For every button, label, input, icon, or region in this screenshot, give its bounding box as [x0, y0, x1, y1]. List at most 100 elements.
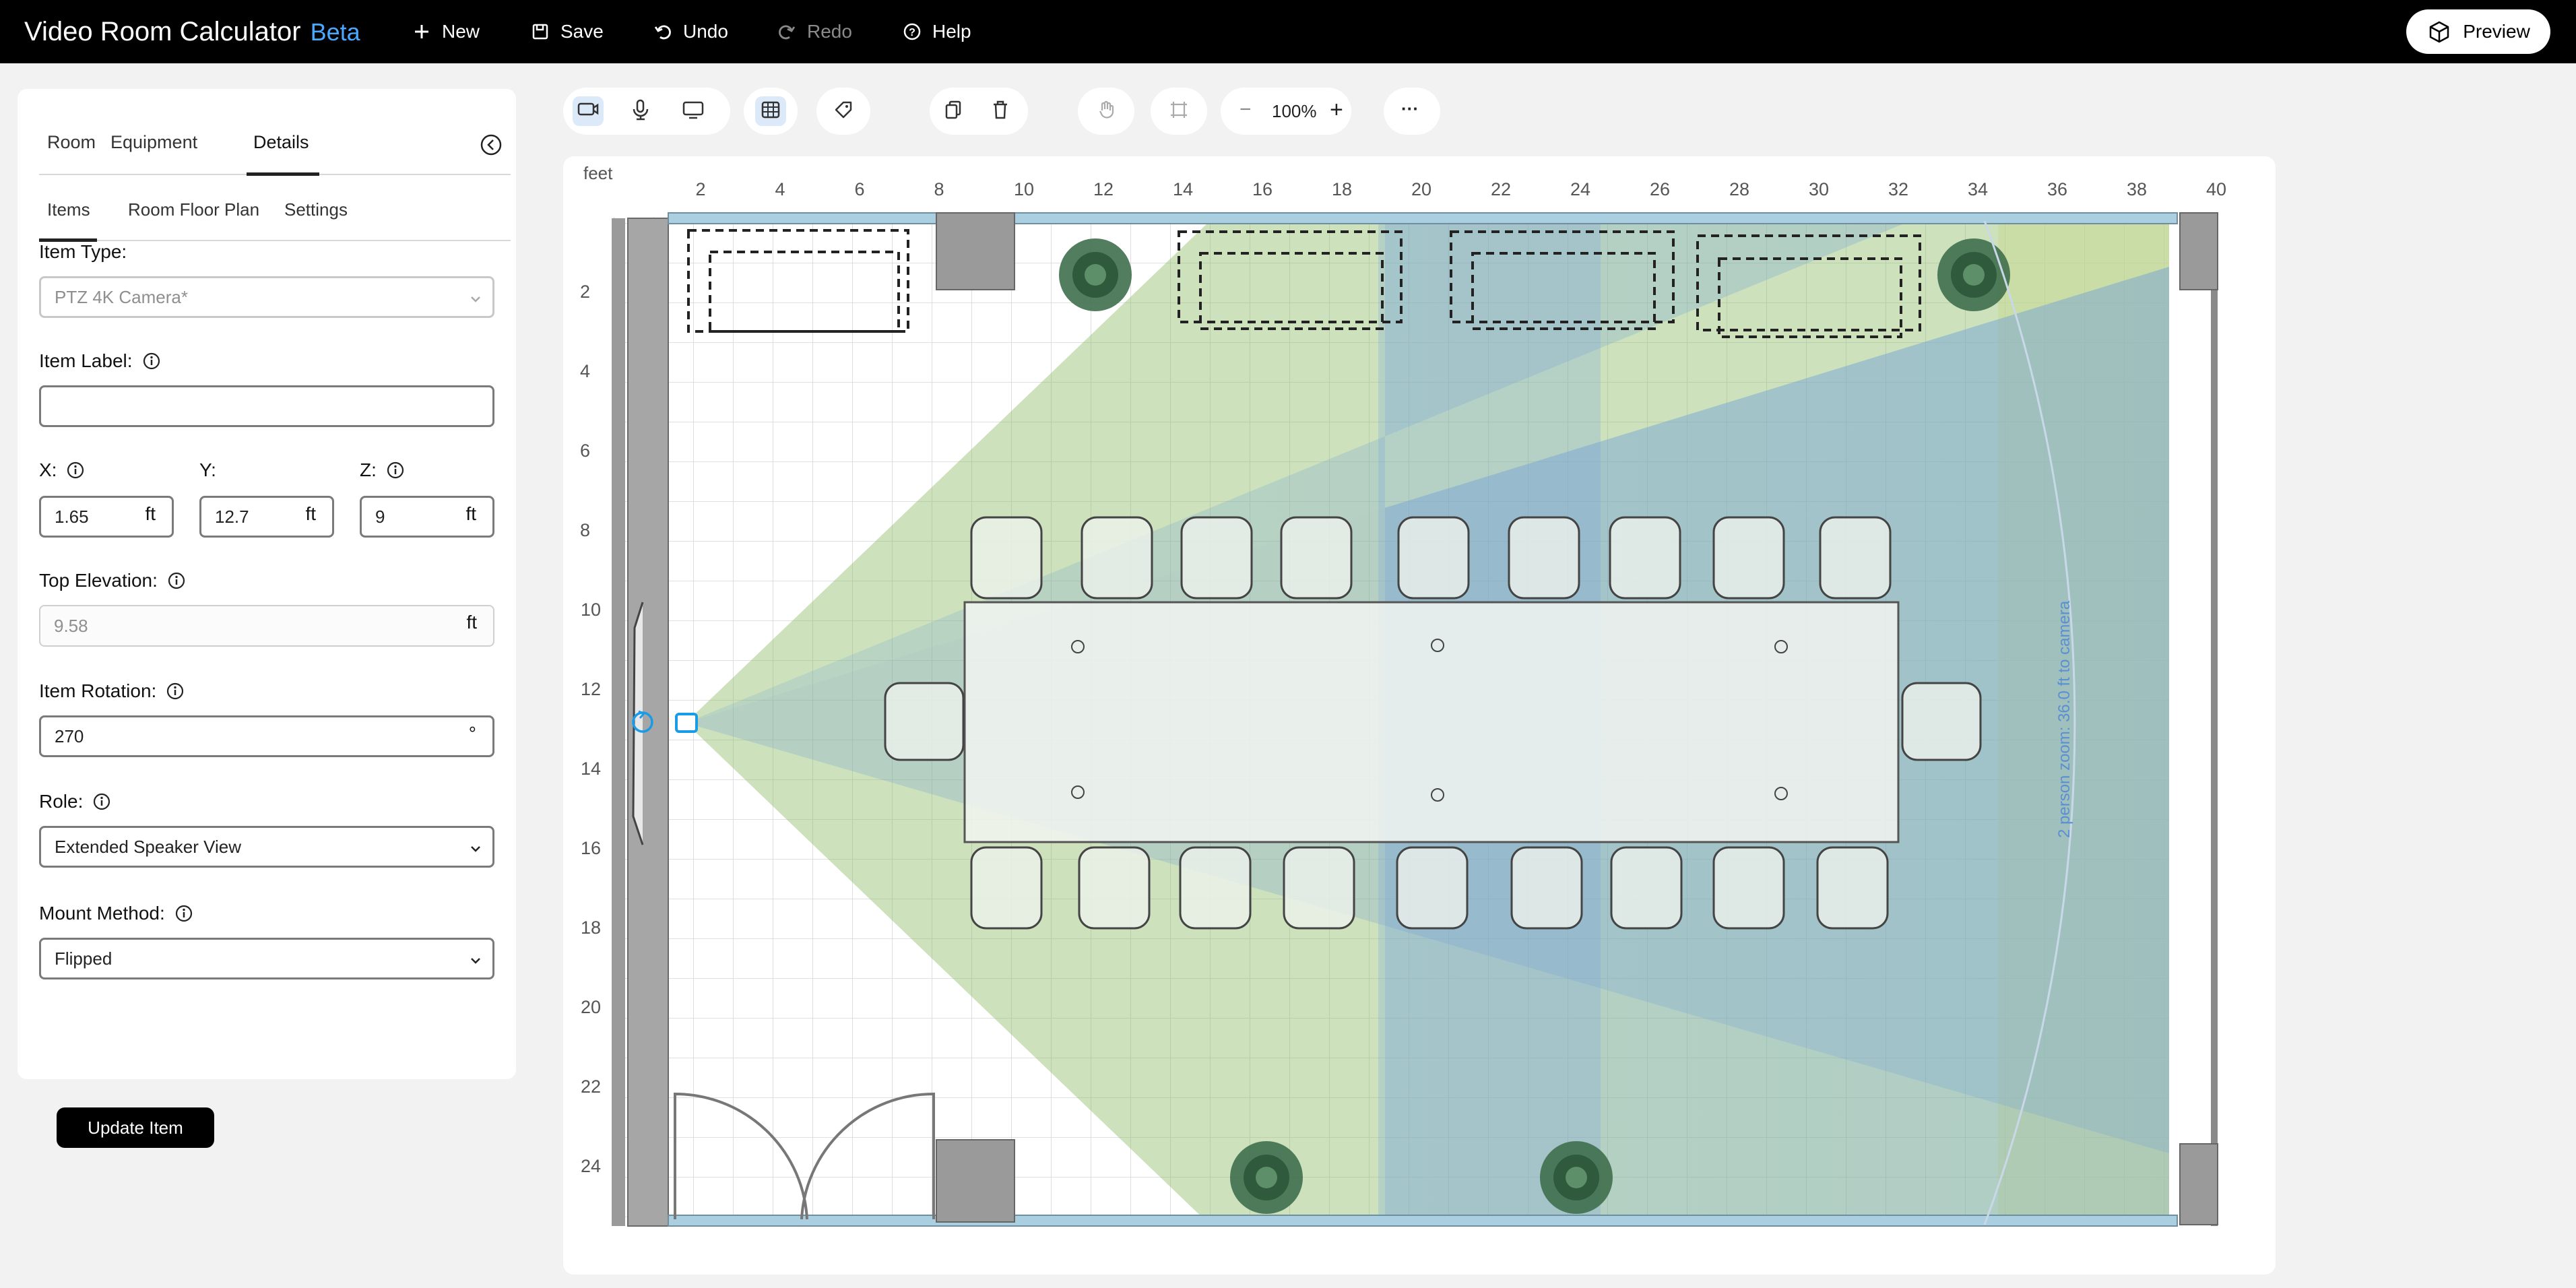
axis-tick: 20	[1411, 179, 1431, 199]
zoom-out-button[interactable]: −	[1239, 98, 1252, 121]
info-icon[interactable]	[386, 461, 405, 480]
zoom-in-button[interactable]: +	[1330, 97, 1343, 123]
plus-icon	[411, 21, 432, 42]
preview-button[interactable]: Preview	[2406, 9, 2550, 54]
item-label-label: Item Label:	[39, 350, 161, 372]
bottom-window	[668, 1215, 2178, 1227]
redo-button[interactable]: Redo	[776, 15, 852, 49]
help-button[interactable]: ? Help	[901, 15, 971, 49]
info-icon[interactable]	[166, 682, 185, 701]
y-input[interactable]: 12.7 ft	[199, 496, 334, 538]
axis-tick: 22	[581, 1076, 601, 1097]
chevron-down-icon	[468, 840, 483, 855]
more-options-button[interactable]: ···	[1401, 98, 1419, 119]
preview-button-label: Preview	[2463, 21, 2530, 42]
z-input[interactable]: 9 ft	[360, 496, 494, 538]
mount-method-label-text: Mount Method:	[39, 903, 165, 924]
app-title: Video Room Calculator Beta	[24, 13, 360, 51]
info-icon[interactable]	[92, 792, 111, 811]
x-input[interactable]: 1.65 ft	[39, 496, 174, 538]
details-panel: Room Equipment Details Items Room Floor …	[18, 89, 516, 1148]
role-value: Extended Speaker View	[55, 836, 242, 857]
display-tool[interactable]	[678, 96, 709, 126]
pan-group	[1078, 88, 1134, 135]
plant	[1540, 1141, 1613, 1214]
role-select[interactable]: Extended Speaker View	[39, 826, 494, 868]
panel-tabs: Room Equipment Details	[39, 109, 511, 176]
y-label-text: Y:	[199, 459, 216, 480]
item-label-input[interactable]	[39, 385, 494, 427]
tab-equipment[interactable]: Equipment	[110, 132, 197, 153]
video-camera-icon	[577, 100, 600, 123]
role-label-text: Role:	[39, 791, 84, 812]
axis-tick: 10	[581, 600, 601, 620]
duplicate-button[interactable]	[938, 96, 969, 126]
rotation-value: 270	[55, 726, 84, 746]
hand-icon	[1096, 99, 1116, 124]
item-type-label: Item Type:	[39, 241, 127, 263]
rotation-input[interactable]: 270 °	[39, 715, 494, 757]
zoom-distance-annotation: 2 person zoom: 36.0 ft to camera	[2055, 600, 2073, 838]
mount-method-select[interactable]: Flipped	[39, 938, 494, 979]
axis-tick: 32	[1888, 179, 1908, 199]
top-elevation-value: 9.58	[54, 615, 88, 636]
x-label-text: X:	[39, 459, 57, 480]
zoom-level: 100%	[1272, 101, 1317, 121]
info-icon[interactable]	[66, 461, 85, 480]
floor-plan-canvas[interactable]: 2 4 6 8 10 12 14 16 18 20 22 24 26 28 30…	[563, 156, 2276, 1275]
trash-icon	[990, 99, 1010, 124]
tab-details[interactable]: Details	[253, 132, 309, 153]
video-device-tool[interactable]	[573, 96, 604, 126]
cube-icon	[2426, 19, 2452, 44]
role-label: Role:	[39, 791, 111, 812]
axis-tick: 18	[1332, 179, 1352, 199]
info-icon[interactable]	[142, 352, 161, 371]
microphone-tool[interactable]	[625, 96, 656, 126]
chevron-down-icon	[468, 952, 483, 967]
info-icon[interactable]	[167, 571, 186, 590]
plant	[1230, 1141, 1303, 1214]
new-button[interactable]: New	[411, 15, 480, 49]
axis-tick: 34	[1968, 179, 1988, 199]
axis-tick: 26	[1650, 179, 1670, 199]
axis-tick: 16	[1252, 179, 1273, 199]
undo-button[interactable]: Undo	[652, 15, 728, 49]
top-window	[668, 212, 2178, 224]
item-type-select[interactable]: PTZ 4K Camera*	[39, 276, 494, 318]
axis-tick: 18	[581, 917, 601, 938]
grid-toggle[interactable]	[755, 96, 786, 126]
plant	[1059, 238, 1132, 311]
edit-group	[930, 88, 1028, 135]
left-wall	[612, 218, 625, 1226]
right-wall	[2211, 218, 2218, 1226]
delete-button[interactable]	[985, 96, 1016, 126]
label-toggle[interactable]	[828, 96, 859, 126]
tab-room[interactable]: Room	[47, 132, 96, 153]
collapse-panel-icon[interactable]	[480, 133, 503, 156]
subtab-room-floor-plan[interactable]: Room Floor Plan	[128, 199, 259, 220]
save-button[interactable]: Save	[529, 15, 604, 49]
axis-tick: 6	[854, 179, 864, 199]
save-button-label: Save	[560, 21, 604, 42]
item-type-label-text: Item Type:	[39, 241, 127, 262]
axis-tick: 12	[581, 679, 601, 699]
axis-tick: 8	[580, 520, 590, 540]
label-toggle-group	[816, 88, 870, 135]
y-label: Y:	[199, 459, 216, 481]
update-item-button[interactable]: Update Item	[57, 1107, 214, 1148]
pan-button[interactable]	[1091, 96, 1122, 126]
tag-icon	[833, 99, 854, 124]
fit-group	[1151, 88, 1207, 135]
z-label: Z:	[360, 459, 405, 481]
floor-plan-drawing: 2 4 6 8 10 12 14 16 18 20 22 24 26 28 30…	[580, 163, 2226, 1227]
subtab-settings[interactable]: Settings	[284, 199, 348, 220]
save-icon	[529, 21, 551, 42]
plant	[1937, 238, 2010, 311]
subtab-items[interactable]: Items	[47, 199, 90, 220]
fit-view-button[interactable]	[1163, 96, 1194, 126]
info-icon[interactable]	[174, 904, 193, 923]
axis-tick: 38	[2127, 179, 2147, 199]
column	[936, 1139, 1015, 1223]
unit-label: feet	[583, 163, 613, 183]
item-type-value: PTZ 4K Camera*	[55, 286, 188, 307]
